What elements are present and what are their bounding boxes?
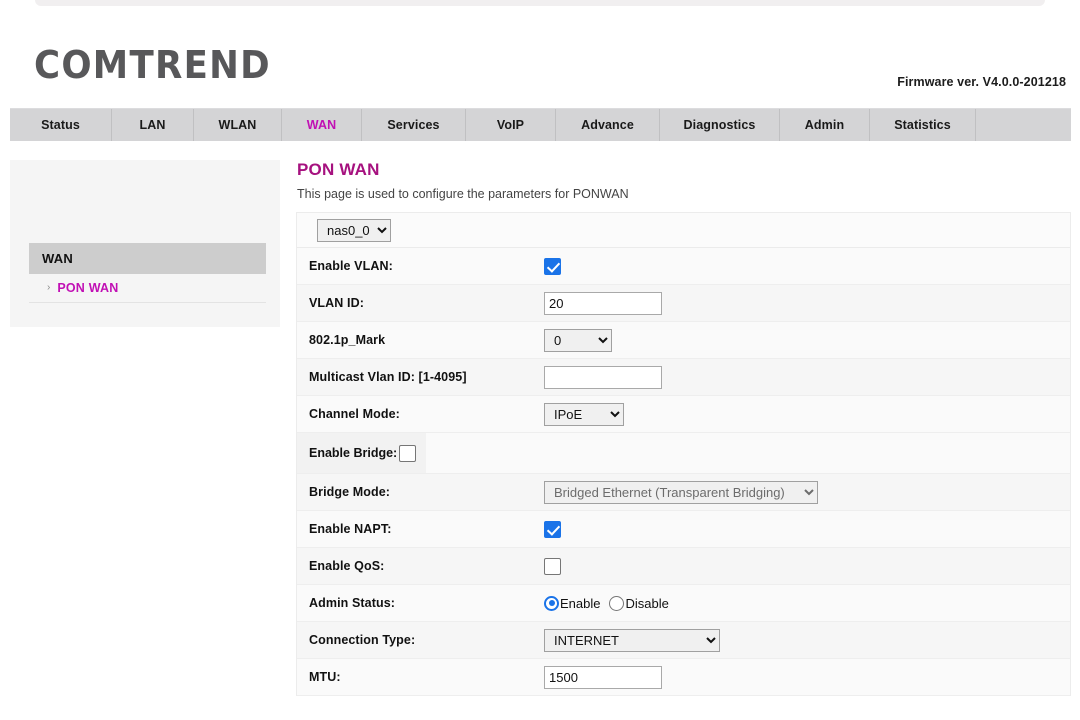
mtu-input[interactable]	[544, 665, 662, 689]
sidebar-section-wan: WAN	[29, 243, 266, 274]
bridge-mode-label: Bridge Mode:	[309, 485, 391, 499]
row-connection-type: Connection Type: INTERNETTR069TR069_INTE…	[297, 622, 1070, 659]
pon-wan-form: nas0_0 Enable VLAN: VLAN ID: 802.1p_Mark	[296, 212, 1071, 696]
row-enable-vlan: Enable VLAN:	[297, 248, 1070, 285]
row-bridge-mode: Bridge Mode: Bridged Ethernet (Transpare…	[297, 474, 1070, 511]
interface-select-row: nas0_0	[297, 213, 1070, 248]
main-navigation-bar: Status LAN WLAN WAN Services VoIP Advance Diagn…	[10, 108, 1071, 141]
enable-napt-checkbox[interactable]	[544, 520, 561, 538]
enable-napt-label: Enable NAPT:	[309, 522, 392, 536]
enable-bridge-block: Enable Bridge:	[297, 433, 427, 473]
admin-status-enable-radio[interactable]	[544, 595, 559, 611]
mtu-label: MTU:	[309, 670, 341, 684]
nav-item-label: Statistics	[894, 118, 951, 132]
nav-item-admin[interactable]: Admin	[780, 109, 870, 141]
admin-status-disable-label[interactable]: Disable	[625, 596, 668, 611]
admin-status-label: Admin Status:	[309, 596, 396, 610]
enable-qos-label: Enable QoS:	[309, 559, 385, 573]
multicast-vlan-id-input[interactable]	[544, 365, 662, 389]
nav-item-label: Status	[41, 118, 80, 132]
interface-select[interactable]: nas0_0	[317, 218, 391, 242]
nav-item-status[interactable]: Status	[10, 109, 112, 141]
enable-vlan-label: Enable VLAN:	[309, 259, 393, 273]
connection-type-select[interactable]: INTERNETTR069TR069_INTERNETOther	[544, 628, 720, 652]
vlan-id-input[interactable]	[544, 291, 662, 315]
row-admin-status: Admin Status: Enable Disable	[297, 585, 1070, 622]
nav-item-voip[interactable]: VoIP	[466, 109, 556, 141]
admin-status-radio-group: Enable Disable	[544, 595, 678, 611]
channel-mode-label: Channel Mode:	[309, 407, 400, 421]
vlan-id-label: VLAN ID:	[309, 296, 364, 310]
sidebar-item-label: PON WAN	[57, 281, 119, 295]
nav-item-label: Services	[387, 118, 440, 132]
admin-status-enable-label[interactable]: Enable	[560, 596, 600, 611]
nav-item-label: LAN	[139, 118, 166, 132]
firmware-version-label: Firmware ver. V4.0.0-201218	[897, 75, 1066, 89]
enable-bridge-label: Enable Bridge:	[309, 446, 398, 460]
comtrend-logo: COMTREND	[34, 43, 271, 87]
enable-bridge-checkbox[interactable]	[399, 444, 417, 462]
row-mtu: MTU:	[297, 659, 1070, 696]
connection-type-label: Connection Type:	[309, 633, 416, 647]
page-title: PON WAN	[297, 160, 380, 179]
nav-item-label: WAN	[306, 118, 337, 132]
main-panel: PON WAN This page is used to configure t…	[296, 160, 1071, 696]
p-mark-select[interactable]: 01234567	[544, 328, 612, 352]
nav-item-label: Admin	[804, 118, 845, 132]
nav-item-services[interactable]: Services	[362, 109, 466, 141]
nav-item-label: WLAN	[218, 118, 257, 132]
row-vlan-id: VLAN ID:	[297, 285, 1070, 322]
nav-item-diagnostics[interactable]: Diagnostics	[660, 109, 780, 141]
nav-item-advance[interactable]: Advance	[556, 109, 660, 141]
admin-status-disable-radio[interactable]	[609, 595, 625, 611]
p-mark-label: 802.1p_Mark	[309, 333, 386, 347]
nav-item-wan[interactable]: WAN	[282, 109, 362, 141]
nav-item-label: Advance	[581, 118, 634, 132]
sidebar: WAN › PON WAN	[10, 160, 280, 327]
page-subtitle: This page is used to configure the param…	[297, 187, 629, 201]
enable-vlan-checkbox[interactable]	[544, 257, 561, 275]
enable-qos-checkbox[interactable]	[544, 557, 561, 575]
page-content: WAN › PON WAN PON WAN This page is used …	[0, 141, 1080, 720]
nav-filler	[976, 109, 1071, 141]
nav-item-label: VoIP	[496, 118, 525, 132]
nav-item-statistics[interactable]: Statistics	[870, 109, 976, 141]
row-enable-qos: Enable QoS:	[297, 548, 1070, 585]
row-multicast-vlan-id: Multicast Vlan ID: [1-4095]	[297, 359, 1070, 396]
bridge-mode-select[interactable]: Bridged Ethernet (Transparent Bridging)	[544, 480, 818, 504]
page-header: COMTREND Firmware ver. V4.0.0-201218	[0, 12, 1080, 107]
nav-item-lan[interactable]: LAN	[112, 109, 194, 141]
channel-mode-select[interactable]: IPoEPPPoEBridge	[544, 402, 624, 426]
row-enable-napt: Enable NAPT:	[297, 511, 1070, 548]
nav-item-wlan[interactable]: WLAN	[194, 109, 282, 141]
row-enable-bridge: Enable Bridge:	[297, 433, 1070, 474]
chevron-right-icon: ›	[47, 282, 51, 293]
nav-item-label: Diagnostics	[683, 118, 756, 132]
multicast-vlan-id-label: Multicast Vlan ID: [1-4095]	[309, 370, 467, 384]
sidebar-item-pon-wan[interactable]: › PON WAN	[29, 274, 266, 303]
row-channel-mode: Channel Mode: IPoEPPPoEBridge	[297, 396, 1070, 433]
row-8021p-mark: 802.1p_Mark 01234567	[297, 322, 1070, 359]
page-top-strip	[35, 0, 1045, 6]
